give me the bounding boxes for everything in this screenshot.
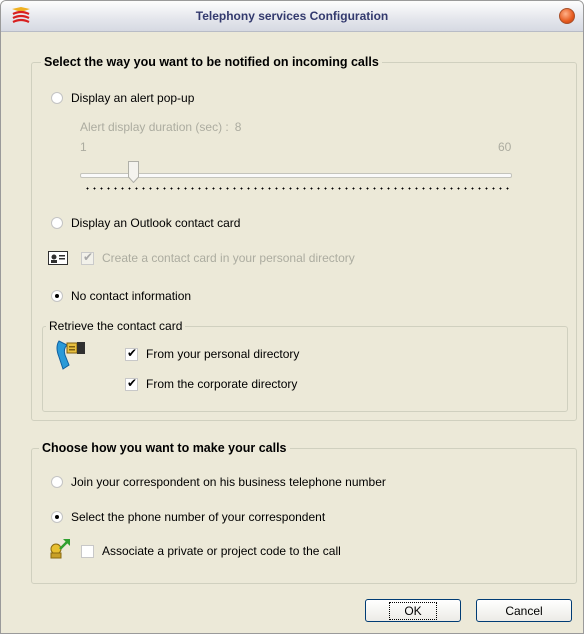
phone-directory-icon bbox=[56, 340, 85, 370]
alert-popup-radio[interactable] bbox=[51, 92, 63, 104]
alert-duration-row: Alert display duration (sec) : 8 bbox=[80, 120, 241, 134]
alert-popup-label: Display an alert pop-up bbox=[71, 91, 195, 105]
alert-duration-value: 8 bbox=[234, 120, 242, 134]
outlook-card-option[interactable]: Display an Outlook contact card bbox=[51, 216, 240, 230]
close-icon[interactable] bbox=[559, 8, 575, 24]
project-code-icon bbox=[50, 539, 70, 559]
corporate-directory-checkbox[interactable] bbox=[125, 376, 138, 391]
slider-min-label: 1 bbox=[80, 140, 87, 154]
alert-duration-slider-track[interactable] bbox=[80, 173, 512, 178]
no-contact-radio[interactable] bbox=[51, 290, 63, 302]
corporate-directory-option[interactable]: From the corporate directory bbox=[125, 376, 298, 391]
personal-directory-option[interactable]: From your personal directory bbox=[125, 346, 300, 361]
create-card-option[interactable]: Create a contact card in your personal d… bbox=[81, 250, 355, 265]
associate-code-option[interactable]: Associate a private or project code to t… bbox=[81, 544, 341, 558]
business-number-label: Join your correspondent on his business … bbox=[71, 475, 386, 489]
associate-code-label: Associate a private or project code to t… bbox=[102, 544, 341, 558]
retrieve-group: Retrieve the contact card bbox=[42, 319, 568, 412]
create-card-checkbox[interactable] bbox=[81, 250, 94, 265]
contact-card-icon bbox=[48, 251, 68, 265]
select-number-radio[interactable] bbox=[51, 511, 63, 523]
alert-popup-option[interactable]: Display an alert pop-up bbox=[51, 91, 194, 105]
alert-duration-slider-thumb[interactable] bbox=[128, 161, 139, 183]
no-contact-label: No contact information bbox=[71, 289, 192, 303]
ok-button-label: OK bbox=[389, 601, 437, 620]
slider-ticks bbox=[84, 187, 512, 190]
business-number-radio[interactable] bbox=[51, 476, 63, 488]
cancel-button[interactable]: Cancel bbox=[476, 599, 572, 622]
personal-directory-label: From your personal directory bbox=[146, 347, 300, 361]
create-card-label: Create a contact card in your personal d… bbox=[102, 251, 355, 265]
outlook-card-radio[interactable] bbox=[51, 217, 63, 229]
slider-max-label: 60 bbox=[498, 140, 512, 154]
calls-group-title: Choose how you want to make your calls bbox=[39, 441, 290, 455]
retrieve-group-title: Retrieve the contact card bbox=[46, 319, 186, 333]
select-number-option[interactable]: Select the phone number of your correspo… bbox=[51, 510, 325, 524]
configuration-window: Telephony services Configuration Select … bbox=[0, 0, 584, 634]
corporate-directory-label: From the corporate directory bbox=[146, 377, 298, 391]
ok-button[interactable]: OK bbox=[365, 599, 461, 622]
title-bar[interactable]: Telephony services Configuration bbox=[1, 1, 583, 32]
personal-directory-checkbox[interactable] bbox=[125, 346, 138, 361]
outlook-card-label: Display an Outlook contact card bbox=[71, 216, 241, 230]
business-number-option[interactable]: Join your correspondent on his business … bbox=[51, 475, 386, 489]
no-contact-option[interactable]: No contact information bbox=[51, 289, 191, 303]
notify-group-title: Select the way you want to be notified o… bbox=[41, 55, 382, 69]
alert-duration-label: Alert display duration (sec) : bbox=[80, 120, 229, 134]
window-title: Telephony services Configuration bbox=[195, 9, 389, 23]
select-number-label: Select the phone number of your correspo… bbox=[71, 510, 326, 524]
associate-code-checkbox[interactable] bbox=[81, 544, 94, 558]
